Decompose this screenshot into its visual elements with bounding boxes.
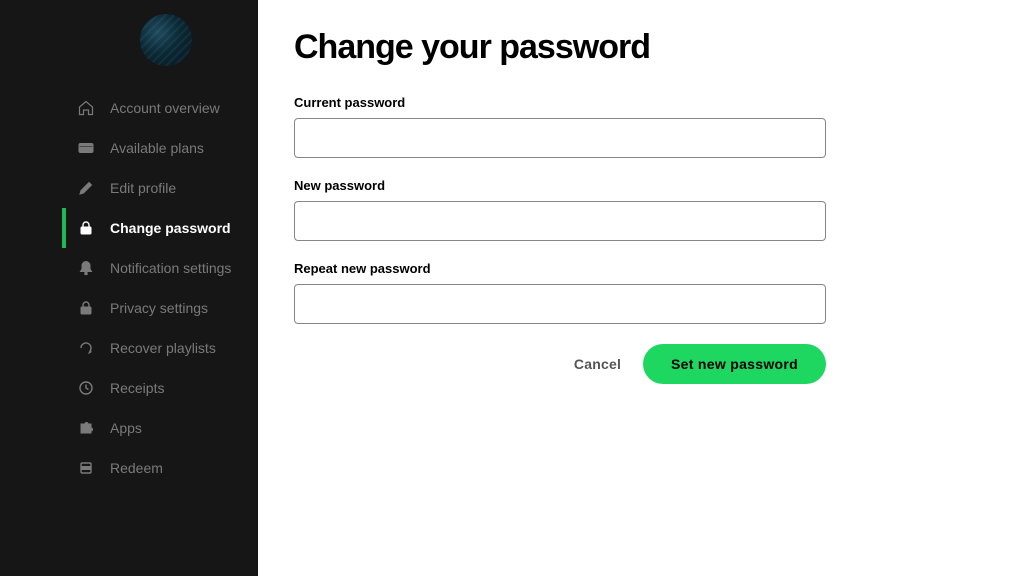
- redeem-icon: [78, 460, 94, 476]
- set-password-button[interactable]: Set new password: [643, 344, 826, 384]
- sidebar-item-label: Account overview: [110, 100, 220, 116]
- repeat-password-input[interactable]: [294, 284, 826, 324]
- bell-icon: [78, 260, 94, 276]
- field-new-password: New password: [294, 178, 984, 241]
- field-current-password: Current password: [294, 95, 984, 158]
- repeat-password-label: Repeat new password: [294, 261, 984, 276]
- sidebar-item-edit-profile[interactable]: Edit profile: [0, 168, 258, 208]
- avatar[interactable]: [140, 14, 192, 66]
- sidebar-item-label: Notification settings: [110, 260, 231, 276]
- sidebar-item-label: Redeem: [110, 460, 163, 476]
- sidebar-item-label: Privacy settings: [110, 300, 208, 316]
- puzzle-icon: [78, 420, 94, 436]
- sidebar: Account overview Available plans Edit pr…: [0, 0, 258, 576]
- sidebar-item-notification-settings[interactable]: Notification settings: [0, 248, 258, 288]
- lock-icon: [78, 220, 94, 236]
- card-icon: [78, 140, 94, 156]
- sidebar-item-available-plans[interactable]: Available plans: [0, 128, 258, 168]
- refresh-icon: [78, 340, 94, 356]
- lock-icon: [78, 300, 94, 316]
- field-repeat-password: Repeat new password: [294, 261, 984, 324]
- page-title: Change your password: [294, 28, 984, 67]
- pencil-icon: [78, 180, 94, 196]
- sidebar-item-label: Apps: [110, 420, 142, 436]
- new-password-label: New password: [294, 178, 984, 193]
- new-password-input[interactable]: [294, 201, 826, 241]
- form-actions: Cancel Set new password: [294, 344, 826, 384]
- sidebar-item-label: Edit profile: [110, 180, 176, 196]
- sidebar-item-receipts[interactable]: Receipts: [0, 368, 258, 408]
- current-password-label: Current password: [294, 95, 984, 110]
- sidebar-item-account-overview[interactable]: Account overview: [0, 88, 258, 128]
- sidebar-item-privacy-settings[interactable]: Privacy settings: [0, 288, 258, 328]
- main-content: Change your password Current password Ne…: [258, 0, 1024, 576]
- sidebar-item-recover-playlists[interactable]: Recover playlists: [0, 328, 258, 368]
- clock-icon: [78, 380, 94, 396]
- cancel-button[interactable]: Cancel: [574, 356, 621, 372]
- sidebar-nav: Account overview Available plans Edit pr…: [0, 88, 258, 488]
- sidebar-item-label: Recover playlists: [110, 340, 216, 356]
- sidebar-item-label: Change password: [110, 220, 231, 236]
- home-icon: [78, 100, 94, 116]
- sidebar-item-redeem[interactable]: Redeem: [0, 448, 258, 488]
- sidebar-item-apps[interactable]: Apps: [0, 408, 258, 448]
- sidebar-item-label: Receipts: [110, 380, 164, 396]
- sidebar-item-change-password[interactable]: Change password: [0, 208, 258, 248]
- current-password-input[interactable]: [294, 118, 826, 158]
- sidebar-item-label: Available plans: [110, 140, 204, 156]
